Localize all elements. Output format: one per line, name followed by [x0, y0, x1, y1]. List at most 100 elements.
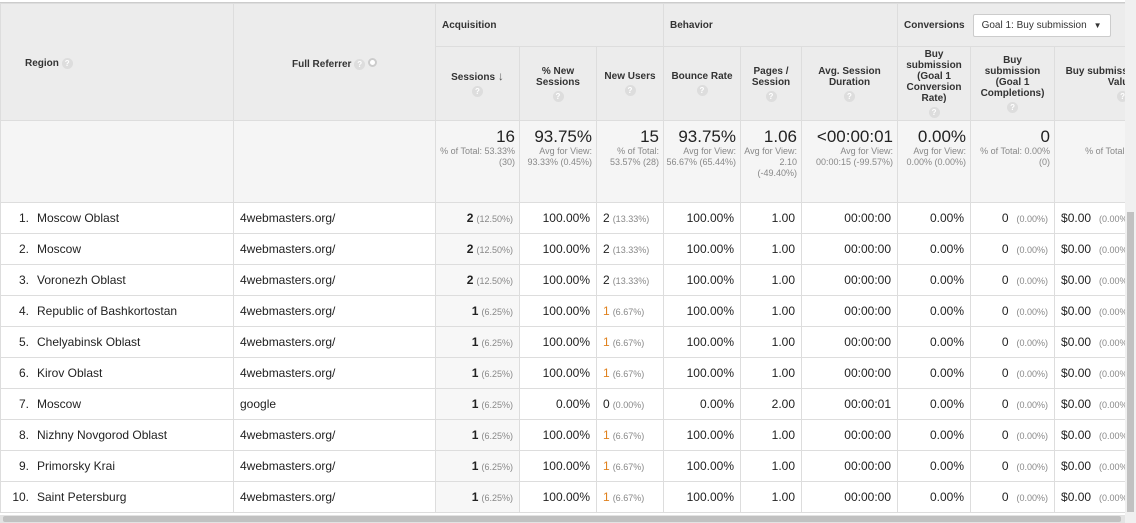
region-link[interactable]: Moscow Oblast [37, 211, 119, 225]
referrer-link[interactable]: 4webmasters.org/ [240, 335, 335, 349]
value-cell: $0.00(0.00%) [1054, 264, 1125, 296]
column-header[interactable]: Sessions ↓? [435, 46, 520, 121]
new-sessions-cell: 100.00% [519, 264, 597, 296]
duration-cell: 00:00:00 [800, 481, 899, 513]
help-icon[interactable]: ? [472, 85, 483, 97]
column-header[interactable]: % New Sessions? [519, 46, 597, 121]
column-header[interactable]: Buy submission (Goal 1 Completions)? [970, 46, 1056, 121]
region-cell: 4. Republic of Bashkortostan [0, 295, 234, 327]
sessions-cell: 1 (6.25%) [435, 326, 520, 358]
duration-cell: 00:00:01 [800, 388, 899, 420]
help-icon[interactable]: ? [624, 85, 636, 96]
column-header[interactable]: New Users? [596, 46, 664, 121]
referrer-cell: 4webmasters.org/ [233, 450, 436, 482]
help-icon[interactable]: ? [61, 58, 73, 69]
total-cell: 0.00% Avg for View: 0.00% (0.00%) [897, 120, 972, 203]
region-link[interactable]: Chelyabinsk Oblast [37, 335, 140, 349]
value-cell: $0.00(0.00%) [1054, 388, 1125, 420]
referrer-link[interactable]: 4webmasters.org/ [240, 459, 335, 473]
completions-cell: 0 (0.00%) [970, 388, 1056, 420]
region-header[interactable]: Region ? [0, 3, 234, 121]
referrer-link[interactable]: 4webmasters.org/ [240, 304, 335, 318]
conversion-rate-cell: 0.00% [897, 233, 972, 265]
help-icon[interactable]: ? [1007, 101, 1019, 113]
behavior-group: Behavior [662, 3, 899, 47]
referrer-link[interactable]: google [240, 397, 276, 411]
referrer-cell: google [233, 388, 436, 420]
sessions-cell: 1 (6.25%) [435, 357, 520, 389]
pages-session-cell: 1.00 [740, 481, 802, 513]
column-header[interactable]: Pages / Session? [740, 46, 802, 121]
sort-arrow-icon: ↓ [497, 68, 504, 83]
help-icon[interactable]: ? [928, 107, 940, 118]
help-icon[interactable]: ? [552, 90, 564, 102]
pages-session-cell: 1.00 [740, 264, 802, 296]
pages-session-cell: 1.00 [740, 202, 802, 234]
pages-session-cell: 1.00 [740, 419, 802, 451]
sessions-cell: 1 (6.25%) [435, 419, 520, 451]
bounce-rate-cell: 100.00% [663, 357, 741, 389]
bounce-rate-cell: 100.00% [663, 264, 741, 296]
new-users-cell: 1 (6.67%) [596, 357, 664, 389]
column-header[interactable]: Buy submission (Goal 1 Conversion Rate)? [897, 46, 972, 121]
referrer-link[interactable]: 4webmasters.org/ [240, 273, 335, 287]
total-cell: 93.75% Avg for View: 93.33% (0.45%) [519, 120, 597, 203]
region-link[interactable]: Primorsky Krai [37, 459, 115, 473]
region-link[interactable]: Moscow [37, 242, 81, 256]
scroll-thumb[interactable] [1127, 212, 1134, 512]
value-cell: $0.00(0.00%) [1054, 326, 1125, 358]
completions-cell: 0 (0.00%) [970, 419, 1056, 451]
help-icon[interactable]: ? [354, 58, 366, 70]
sessions-cell: 1 (6.25%) [435, 295, 520, 327]
conversion-rate-cell: 0.00% [897, 264, 972, 296]
referrer-link[interactable]: 4webmasters.org/ [240, 242, 335, 256]
referrer-link[interactable]: 4webmasters.org/ [240, 490, 335, 504]
remove-dimension-icon[interactable] [368, 57, 378, 67]
region-cell: 1. Moscow Oblast [0, 202, 234, 234]
referrer-link[interactable]: 4webmasters.org/ [240, 211, 335, 225]
duration-cell: 00:00:00 [800, 450, 899, 482]
region-link[interactable]: Nizhny Novgorod Oblast [37, 428, 167, 442]
referrer-cell: 4webmasters.org/ [233, 419, 436, 451]
help-icon[interactable]: ? [844, 90, 855, 102]
region-link[interactable]: Kirov Oblast [37, 366, 102, 380]
conversion-rate-cell: 0.00% [897, 326, 972, 358]
column-header[interactable]: Avg. Session Duration? [800, 46, 899, 121]
referrer-cell: 4webmasters.org/ [233, 202, 436, 234]
help-icon[interactable]: ? [765, 90, 777, 102]
total-cell: 16% of Total: 53.33% (30) [435, 120, 520, 203]
value-cell: $0.00(0.00%) [1054, 295, 1125, 327]
new-users-cell: 1 (6.67%) [596, 326, 664, 358]
bounce-rate-cell: 0.00% [663, 388, 741, 420]
new-users-cell: 1 (6.67%) [596, 419, 664, 451]
sessions-cell: 1 (6.25%) [435, 450, 520, 482]
vertical-scrollbar[interactable] [1125, 0, 1136, 523]
help-icon[interactable]: ? [1117, 90, 1125, 102]
sessions-cell: 1 (6.25%) [435, 481, 520, 513]
value-cell: $0.00(0.00%) [1054, 481, 1125, 513]
goal-select[interactable]: Goal 1: Buy submission ▼ [972, 13, 1111, 37]
region-link[interactable]: Republic of Bashkortostan [37, 304, 177, 318]
conversion-rate-cell: 0.00% [897, 481, 972, 513]
region-link[interactable]: Saint Petersburg [37, 490, 126, 504]
column-header[interactable]: Buy submission (Goal 1 Value)? [1054, 46, 1125, 121]
referrer-link[interactable]: 4webmasters.org/ [240, 428, 335, 442]
completions-cell: 0 (0.00%) [970, 450, 1056, 482]
referrer-link[interactable]: 4webmasters.org/ [240, 366, 335, 380]
table-row: 9. Primorsky Krai 4webmasters.org/ 1 (6.25… [0, 450, 1125, 482]
total-cell: <00:00:01 Avg for View: 00:00:15 (-99.57%… [800, 120, 899, 203]
duration-cell: 00:00:00 [800, 326, 899, 358]
column-header[interactable]: Bounce Rate? [663, 46, 741, 121]
region-cell: 8. Nizhny Novgorod Oblast [0, 419, 234, 451]
scroll-thumb[interactable] [3, 516, 1121, 522]
table-row: 4. Republic of Bashkortostan 4webmasters.… [0, 295, 1125, 327]
horizontal-scrollbar[interactable] [0, 515, 1125, 523]
completions-cell: 0 (0.00%) [970, 481, 1056, 513]
new-sessions-cell: 100.00% [519, 450, 597, 482]
value-cell: $0.00(0.00%) [1054, 357, 1125, 389]
help-icon[interactable]: ? [696, 85, 708, 96]
region-link[interactable]: Moscow [37, 397, 81, 411]
full-referrer-header[interactable]: Full Referrer ? [233, 3, 436, 121]
bounce-rate-cell: 100.00% [663, 295, 741, 327]
region-link[interactable]: Voronezh Oblast [37, 273, 126, 287]
